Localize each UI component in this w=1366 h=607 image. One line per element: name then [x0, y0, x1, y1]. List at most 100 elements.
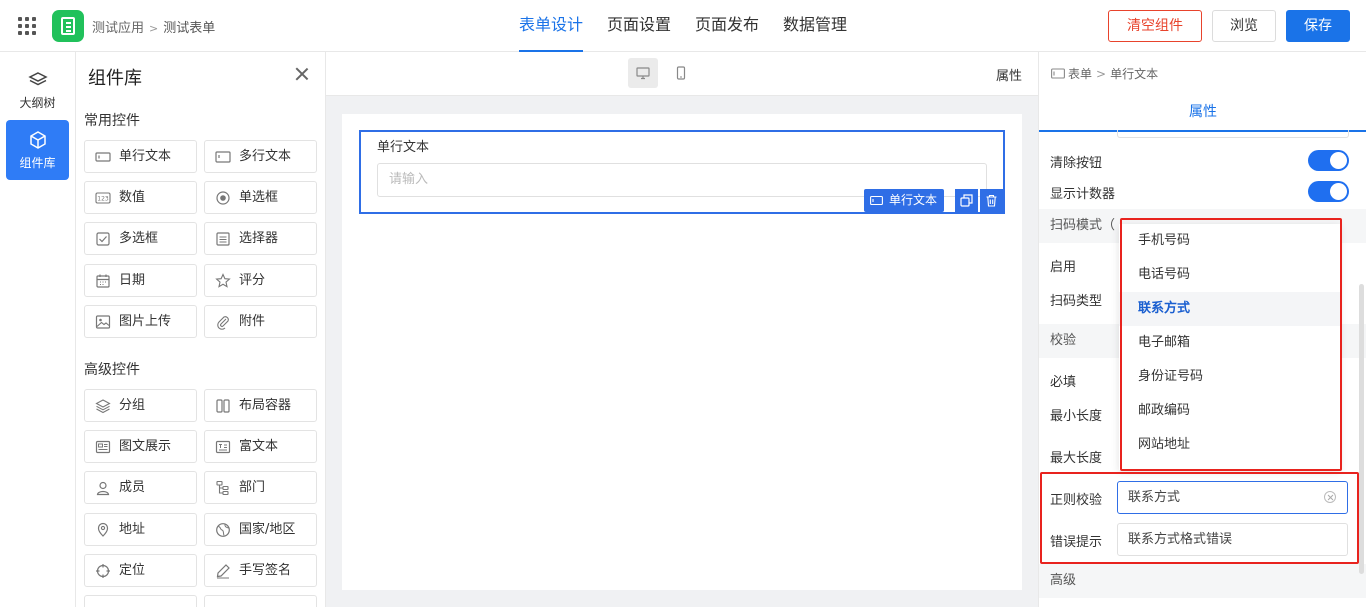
group-icon	[95, 399, 111, 414]
component-multi-line-text[interactable]: 多行文本	[204, 140, 317, 173]
component-library-panel: 组件库 常用控件 单行文本 多行文本 123 数值 单选框 多选框 选择器 日期…	[76, 52, 326, 607]
component-address[interactable]: 地址	[84, 513, 197, 546]
component-date[interactable]: 日期	[84, 264, 197, 297]
clear-selection-icon[interactable]	[1324, 491, 1336, 503]
tab-properties[interactable]: 属性	[1039, 92, 1366, 132]
component-select[interactable]: 选择器	[204, 222, 317, 255]
clear-components-button[interactable]: 清空组件	[1108, 10, 1202, 42]
pen-icon	[216, 564, 230, 579]
tab-data-management[interactable]: 数据管理	[783, 0, 847, 52]
multi-line-icon	[215, 151, 231, 163]
dropdown-option-selected[interactable]: 联系方式	[1119, 292, 1340, 326]
component-country-region[interactable]: 国家/地区	[204, 513, 317, 546]
breadcrumb-field: 单行文本	[1110, 67, 1159, 81]
clear-button-toggle[interactable]	[1308, 150, 1349, 171]
layout-icon	[216, 399, 230, 413]
target-icon	[96, 564, 110, 578]
component-department[interactable]: 部门	[204, 471, 317, 504]
number-icon: 123	[95, 192, 111, 204]
chevron-right-icon: >	[149, 22, 159, 35]
breadcrumb: 测试应用 > 测试表单	[92, 17, 215, 36]
tab-page-publish[interactable]: 页面发布	[695, 0, 759, 52]
component-layout-container[interactable]: 布局容器	[204, 389, 317, 422]
counter-label: 显示计数器	[1050, 187, 1116, 202]
richtext-icon	[215, 440, 231, 454]
component-member[interactable]: 成员	[84, 471, 197, 504]
panel-scrollbar[interactable]	[1359, 284, 1364, 574]
field-label: 单行文本	[377, 140, 430, 155]
enable-label: 启用	[1050, 260, 1077, 275]
component-signature[interactable]: 手写签名	[204, 554, 317, 587]
required-label: 必填	[1050, 375, 1077, 390]
dropdown-option[interactable]: 网站地址	[1119, 428, 1340, 462]
max-length-label: 最大长度	[1050, 451, 1103, 466]
component-media-display[interactable]: 图文展示	[84, 430, 197, 463]
component-positioning[interactable]: 定位	[84, 554, 197, 587]
component-partial[interactable]	[204, 595, 317, 607]
phone-icon	[676, 66, 686, 80]
mobile-view-button[interactable]	[666, 58, 696, 88]
component-group[interactable]: 分组	[84, 389, 197, 422]
paperclip-icon	[217, 316, 229, 330]
tab-page-settings[interactable]: 页面设置	[607, 0, 671, 52]
component-rich-text[interactable]: 富文本	[204, 430, 317, 463]
component-checkbox[interactable]: 多选框	[84, 222, 197, 255]
calendar-icon	[96, 274, 110, 288]
app-grid-icon[interactable]	[18, 17, 36, 35]
image-icon	[95, 315, 111, 329]
advanced-section[interactable]: 高级	[1039, 564, 1366, 598]
rail-item-label: 组件库	[19, 156, 56, 170]
section-title-advanced: 高级控件	[84, 362, 140, 378]
chevron-right-icon: >	[1096, 67, 1107, 81]
scan-type-label: 扫码类型	[1050, 294, 1103, 309]
layers-icon	[27, 72, 48, 86]
desktop-view-button[interactable]	[628, 58, 658, 88]
component-rating[interactable]: 评分	[204, 264, 317, 297]
clear-button-label: 清除按钮	[1050, 156, 1103, 171]
media-icon	[95, 440, 111, 454]
regex-select-input[interactable]: 联系方式	[1117, 481, 1348, 514]
regex-label: 正则校验	[1050, 493, 1103, 508]
dropdown-option[interactable]: 电话号码	[1119, 258, 1340, 292]
panel-title: 组件库	[88, 68, 142, 89]
dropdown-option[interactable]: 邮政编码	[1119, 394, 1340, 428]
dropdown-option[interactable]: 电子邮箱	[1119, 326, 1340, 360]
rail-item-components[interactable]: 组件库	[6, 120, 69, 180]
component-single-line-text[interactable]: 单行文本	[84, 140, 197, 173]
component-image-upload[interactable]: 图片上传	[84, 305, 197, 338]
previous-input-field[interactable]	[1117, 130, 1349, 138]
save-button[interactable]: 保存	[1286, 10, 1350, 42]
error-message-label: 错误提示	[1050, 535, 1103, 550]
component-radio[interactable]: 单选框	[204, 181, 317, 214]
radio-icon	[216, 191, 230, 205]
regex-dropdown: 手机号码 电话号码 联系方式 电子邮箱 身份证号码 邮政编码 网站地址	[1119, 224, 1340, 470]
location-icon	[97, 522, 109, 537]
dropdown-option[interactable]: 手机号码	[1119, 224, 1340, 258]
delete-field-button[interactable]	[980, 189, 1003, 212]
counter-toggle[interactable]	[1308, 181, 1349, 202]
app-logo-icon	[52, 10, 84, 42]
field-type-tag: 单行文本	[864, 189, 944, 212]
cube-icon	[29, 131, 46, 149]
component-number[interactable]: 123 数值	[84, 181, 197, 214]
breadcrumb-app[interactable]: 测试应用	[92, 21, 144, 36]
component-partial[interactable]	[84, 595, 197, 607]
breadcrumb-form-root[interactable]: 表单	[1068, 67, 1092, 81]
single-line-icon	[95, 152, 111, 162]
tab-form-design[interactable]: 表单设计	[519, 0, 584, 52]
trash-icon	[986, 194, 997, 207]
close-icon[interactable]	[294, 66, 310, 82]
form-icon	[1051, 68, 1065, 79]
preview-button[interactable]: 浏览	[1212, 10, 1276, 42]
svg-text:123: 123	[97, 196, 109, 203]
checkbox-icon	[96, 232, 110, 246]
dropdown-option[interactable]: 身份证号码	[1119, 360, 1340, 394]
error-message-input[interactable]: 联系方式格式错误	[1117, 523, 1348, 556]
min-length-label: 最小长度	[1050, 409, 1103, 424]
component-attachment[interactable]: 附件	[204, 305, 317, 338]
top-header: 测试应用 > 测试表单 表单设计 页面设置 页面发布 数据管理 清空组件 浏览 保存	[0, 0, 1366, 52]
copy-field-button[interactable]	[955, 189, 978, 212]
rail-item-outline[interactable]: 大纲树	[6, 60, 69, 120]
single-line-icon	[870, 195, 883, 206]
properties-toggle[interactable]: 属性	[996, 65, 1022, 84]
